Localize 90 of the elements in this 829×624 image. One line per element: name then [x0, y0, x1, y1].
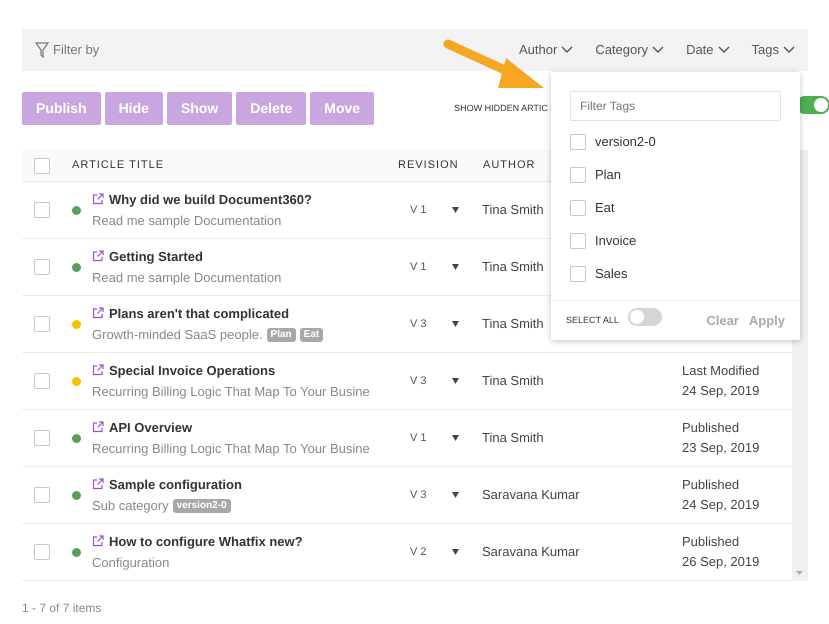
- author-name: Tina Smith: [482, 372, 544, 390]
- tag-option[interactable]: Sales: [595, 264, 628, 284]
- status-label: Published: [682, 533, 740, 551]
- checkbox[interactable]: [34, 373, 50, 389]
- article-description: Read me sample Documentation: [92, 269, 282, 287]
- external-link-icon[interactable]: [92, 364, 104, 376]
- article-title[interactable]: API Overview: [109, 418, 192, 437]
- tag: Plan: [266, 328, 296, 342]
- external-link-icon[interactable]: [92, 250, 104, 262]
- author-name: Saravana Kumar: [482, 543, 580, 562]
- chevron-icon: [561, 46, 574, 54]
- external-link-icon[interactable]: [92, 307, 104, 320]
- tag: Eat: [300, 328, 324, 342]
- chevron-icon: [783, 46, 795, 54]
- filter-dropdown[interactable]: Date: [686, 40, 730, 60]
- checkbox[interactable]: [570, 266, 586, 282]
- checkbox[interactable]: [34, 259, 50, 275]
- checkbox[interactable]: [34, 202, 50, 218]
- article-title[interactable]: Getting Started: [109, 246, 203, 266]
- author-name: Tina Smith: [482, 429, 544, 448]
- checkbox[interactable]: [34, 487, 50, 503]
- author-name: Tina Smith: [482, 315, 544, 334]
- column-header: AUTHOR: [482, 158, 536, 174]
- toggle-switch[interactable]: [628, 308, 662, 326]
- column-header: ARTICLE TITLE: [71, 158, 166, 174]
- dropdown-arrow-icon[interactable]: [452, 435, 459, 441]
- filter-dropdown[interactable]: Author: [519, 40, 574, 60]
- filter-tags-field[interactable]: Filter Tags: [570, 91, 781, 121]
- article-description: Sub category: [92, 497, 169, 515]
- author-name: Tina Smith: [482, 258, 544, 276]
- date-label: 23 Sep, 2019: [682, 439, 760, 457]
- revision-label: V 1: [410, 430, 427, 446]
- article-title[interactable]: Sample configuration: [109, 474, 242, 494]
- checkbox[interactable]: [570, 200, 586, 216]
- external-link-icon[interactable]: [92, 421, 104, 434]
- chevron-icon: [652, 46, 664, 54]
- article-title[interactable]: How to configure Whatfix new?: [109, 532, 303, 551]
- checkbox[interactable]: [570, 167, 586, 183]
- status-label: Published: [682, 419, 740, 437]
- article-title[interactable]: Why did we build Document360?: [109, 190, 312, 209]
- filter-dropdown[interactable]: Category: [595, 40, 664, 60]
- dropdown-arrow-icon[interactable]: [452, 321, 459, 327]
- chevron-icon: [718, 46, 730, 54]
- external-link-icon[interactable]: [92, 535, 104, 548]
- checkbox[interactable]: [34, 544, 50, 560]
- filter-icon: [35, 42, 49, 58]
- filter-label: Filter by: [53, 41, 100, 60]
- revision-label: V 3: [410, 316, 427, 332]
- external-link-icon[interactable]: [92, 193, 104, 206]
- dropdown-arrow-icon[interactable]: [452, 207, 459, 213]
- status-label: Last Modified: [682, 362, 760, 380]
- revision-label: V 1: [410, 260, 427, 275]
- date-label: 24 Sep, 2019: [682, 382, 760, 400]
- filter-dropdown[interactable]: Tags: [752, 40, 795, 60]
- column-header: REVISION: [397, 158, 460, 174]
- select-all-label: SELECT ALL: [566, 314, 619, 327]
- checkbox[interactable]: [34, 158, 50, 174]
- revision-label: V 3: [410, 488, 427, 503]
- article-description: Read me sample Documentation: [92, 212, 282, 230]
- status-label: Published: [682, 476, 740, 494]
- revision-label: V 1: [410, 202, 427, 218]
- checkbox[interactable]: [570, 233, 586, 249]
- article-title[interactable]: Plans aren't that complicated: [109, 304, 290, 323]
- pagination-info: 1 - 7 of 7 items: [22, 600, 102, 617]
- checkbox[interactable]: [570, 134, 586, 150]
- show-hidden-label: SHOW HIDDEN ARTIC: [454, 102, 548, 115]
- tag-option[interactable]: Plan: [595, 165, 622, 185]
- article-description: Growth-minded SaaS people.: [92, 326, 263, 344]
- author-name: Tina Smith: [482, 201, 544, 220]
- date-label: 24 Sep, 2019: [682, 496, 760, 514]
- dropdown-arrow-icon[interactable]: [452, 549, 459, 555]
- tag-option[interactable]: Eat: [595, 198, 615, 218]
- revision-label: V 2: [410, 544, 427, 560]
- article-description: Recurring Billing Logic That Map To Your Busine: [92, 383, 370, 401]
- scroll-down-icon[interactable]: [796, 571, 803, 575]
- revision-label: V 3: [410, 374, 427, 389]
- dropdown-arrow-icon[interactable]: [452, 492, 459, 498]
- external-link-icon[interactable]: [92, 478, 104, 490]
- article-description: Recurring Billing Logic That Map To Your Busine: [92, 440, 370, 458]
- tag-option[interactable]: Invoice: [595, 231, 636, 251]
- tag: version2-0: [172, 498, 231, 513]
- author-name: Saravana Kumar: [482, 486, 580, 504]
- tag-option[interactable]: version2-0: [595, 132, 656, 152]
- article-title[interactable]: Special Invoice Operations: [109, 360, 276, 380]
- checkbox[interactable]: [34, 430, 50, 446]
- checkbox[interactable]: [34, 316, 50, 332]
- article-description: Configuration: [92, 554, 170, 572]
- date-label: 26 Sep, 2019: [682, 553, 760, 571]
- dropdown-arrow-icon[interactable]: [452, 378, 459, 384]
- dropdown-arrow-icon[interactable]: [452, 264, 459, 270]
